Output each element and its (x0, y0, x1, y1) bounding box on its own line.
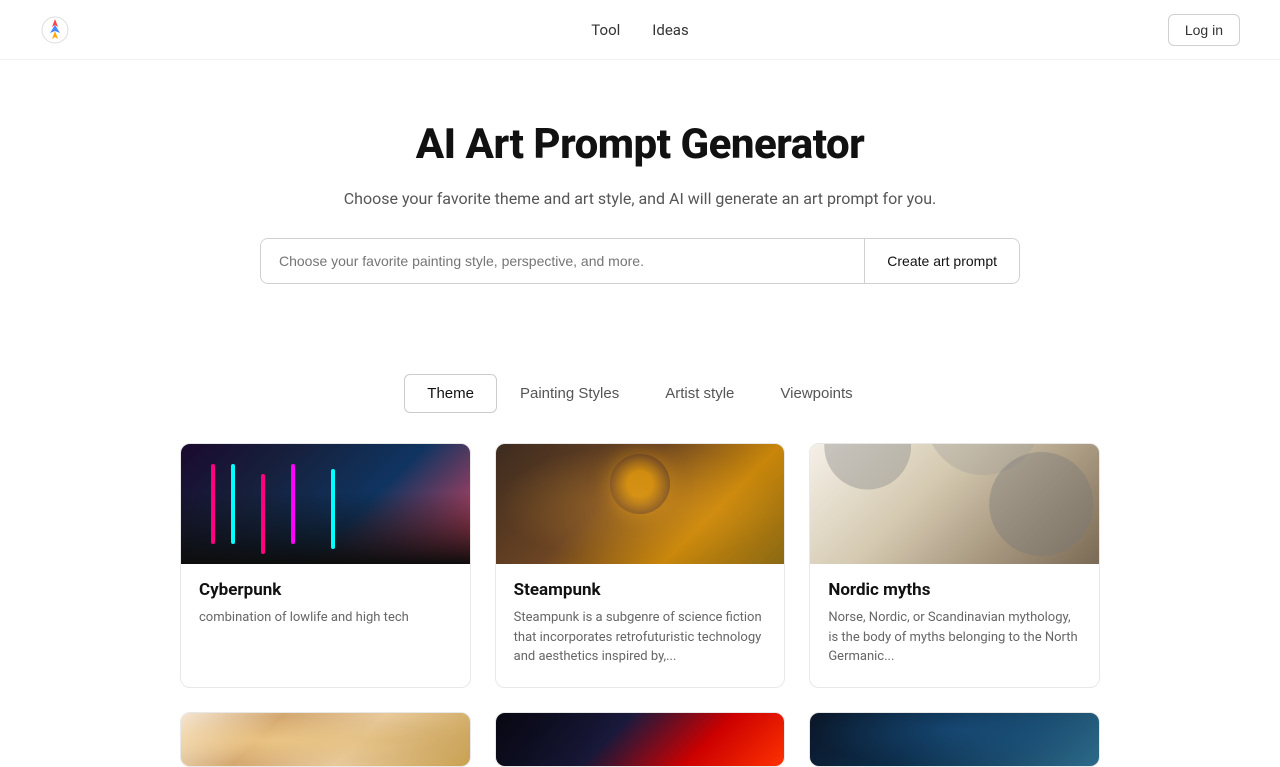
hero-section: AI Art Prompt Generator Choose your favo… (0, 60, 1280, 374)
card-image-renaissance (181, 713, 470, 767)
header: Tool Ideas Log in (0, 0, 1280, 60)
nav-tool[interactable]: Tool (591, 21, 620, 39)
hero-subtitle: Choose your favorite theme and art style… (40, 189, 1240, 208)
create-art-prompt-button[interactable]: Create art prompt (864, 239, 1019, 283)
logo (40, 15, 70, 45)
search-input[interactable] (261, 239, 864, 283)
card-image-underwater (810, 713, 1099, 767)
card-scifi[interactable] (495, 712, 786, 767)
nav-ideas[interactable]: Ideas (652, 21, 688, 39)
card-underwater[interactable] (809, 712, 1100, 767)
tab-viewpoints[interactable]: Viewpoints (757, 374, 875, 413)
page-title: AI Art Prompt Generator (40, 120, 1240, 169)
card-image-steampunk (496, 444, 785, 564)
tab-theme[interactable]: Theme (404, 374, 497, 413)
card-body-steampunk: Steampunk Steampunk is a subgenre of sci… (496, 564, 785, 687)
card-image-scifi (496, 713, 785, 767)
card-title-cyberpunk: Cyberpunk (199, 580, 452, 600)
card-desc-nordic: Norse, Nordic, or Scandinavian mythology… (828, 608, 1081, 667)
logo-icon (40, 15, 70, 45)
card-nordic-myths[interactable]: Nordic myths Norse, Nordic, or Scandinav… (809, 443, 1100, 688)
card-image-cyberpunk (181, 444, 470, 564)
card-body-nordic: Nordic myths Norse, Nordic, or Scandinav… (810, 564, 1099, 687)
tab-painting-styles[interactable]: Painting Styles (497, 374, 642, 413)
card-body-cyberpunk: Cyberpunk combination of lowlife and hig… (181, 564, 470, 648)
card-desc-steampunk: Steampunk is a subgenre of science ficti… (514, 608, 767, 667)
card-desc-cyberpunk: combination of lowlife and high tech (199, 608, 452, 628)
tab-artist-style[interactable]: Artist style (642, 374, 757, 413)
tabs-container: Theme Painting Styles Artist style Viewp… (0, 374, 1280, 413)
card-renaissance[interactable] (180, 712, 471, 767)
card-image-nordic (810, 444, 1099, 564)
card-title-steampunk: Steampunk (514, 580, 767, 600)
main-nav: Tool Ideas (591, 21, 688, 39)
card-cyberpunk[interactable]: Cyberpunk combination of lowlife and hig… (180, 443, 471, 688)
search-container: Create art prompt (260, 238, 1020, 284)
card-steampunk[interactable]: Steampunk Steampunk is a subgenre of sci… (495, 443, 786, 688)
cards-grid: Cyberpunk combination of lowlife and hig… (140, 443, 1140, 767)
login-button[interactable]: Log in (1168, 14, 1240, 46)
card-title-nordic: Nordic myths (828, 580, 1081, 600)
